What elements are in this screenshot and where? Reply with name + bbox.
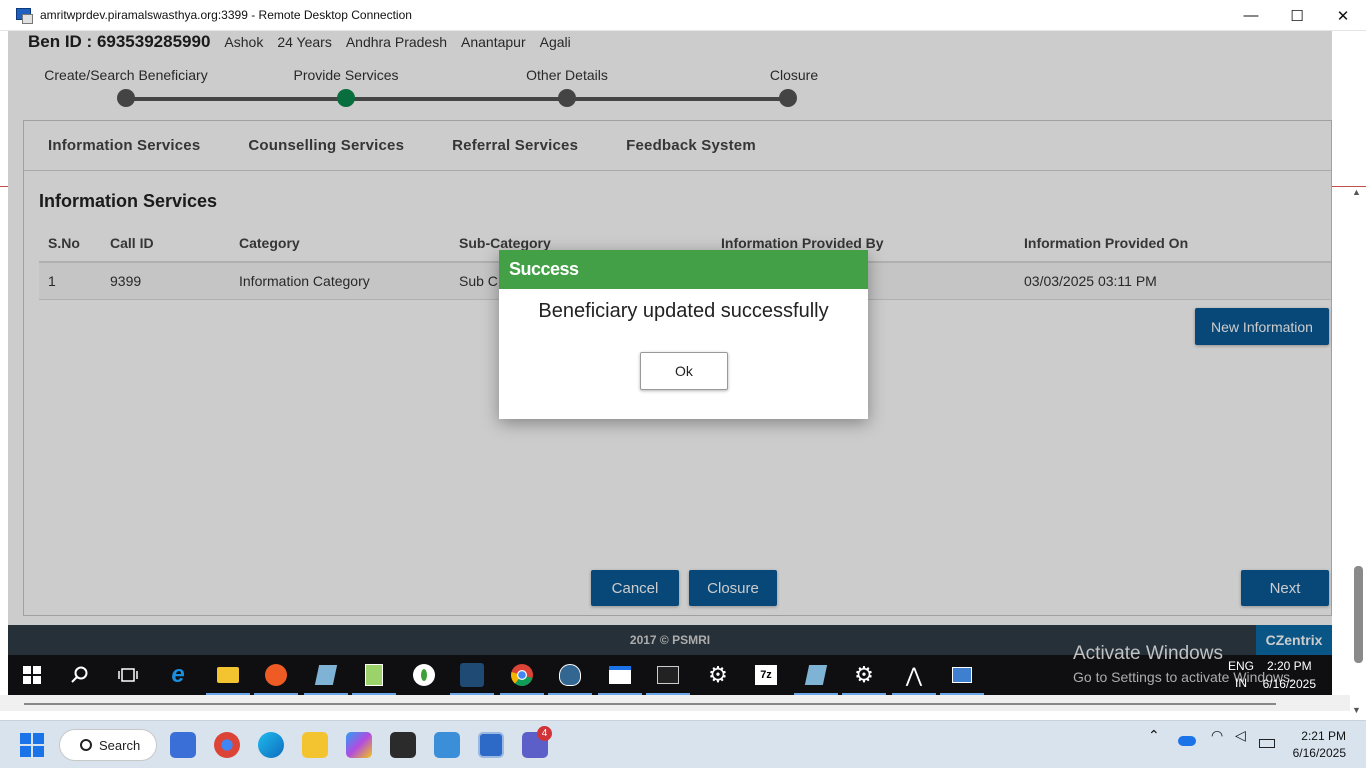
host-date: 6/16/2025 — [1292, 746, 1346, 760]
remote-screen: Ben ID : 693539285990 Ashok 24 Years And… — [8, 31, 1332, 695]
file-explorer-icon[interactable] — [214, 661, 242, 689]
notepad-plus-icon[interactable] — [360, 661, 388, 689]
notepad-icon[interactable] — [434, 732, 460, 758]
scroll-up-arrow-icon[interactable]: ▲ — [1352, 187, 1361, 197]
remote-desktop-icon[interactable] — [478, 732, 504, 758]
remote-clock[interactable]: 2:20 PM 6/16/2025 — [1263, 657, 1316, 693]
edge-icon[interactable] — [258, 732, 284, 758]
ok-button[interactable]: Ok — [640, 352, 728, 390]
internet-explorer-icon[interactable]: e — [164, 661, 192, 689]
mongodb-icon[interactable] — [410, 661, 438, 689]
postgresql-icon[interactable] — [556, 661, 584, 689]
teams-notification-badge: 4 — [537, 726, 552, 741]
rdp-titlebar: amritwprdev.piramalswasthya.org:3399 - R… — [0, 0, 1366, 31]
chrome-icon[interactable] — [508, 661, 536, 689]
terminal-icon[interactable] — [654, 661, 682, 689]
window-app-icon[interactable] — [606, 661, 634, 689]
dialog-message: Beneficiary updated successfully — [538, 300, 829, 322]
window-title: amritwprdev.piramalswasthya.org:3399 - R… — [40, 8, 412, 22]
volume-icon[interactable]: ◁ — [1235, 727, 1246, 744]
7zip-icon[interactable]: 7z — [752, 661, 780, 689]
scroll-down-arrow-icon[interactable]: ▼ — [1352, 705, 1361, 715]
notes-app-icon[interactable] — [312, 661, 340, 689]
host-taskbar: Search — [0, 720, 1366, 768]
services-gear-icon[interactable]: ⚙ — [850, 661, 878, 689]
lang-code: ENG — [1228, 659, 1255, 673]
search-icon[interactable] — [66, 661, 94, 689]
taskbar-search[interactable]: Search — [59, 729, 157, 761]
activate-windows-watermark: Activate Windows — [1073, 643, 1223, 664]
m365-icon[interactable] — [346, 732, 372, 758]
host-time: 2:21 PM — [1301, 729, 1346, 743]
horizontal-scroll-thumb[interactable] — [24, 703, 1276, 705]
activate-windows-subtext: Go to Settings to activate Windows. — [1073, 669, 1294, 685]
windows-start-icon[interactable] — [20, 733, 44, 757]
search-label: Search — [99, 737, 141, 753]
show-hidden-icons-chevron-icon[interactable]: ⌃ — [1148, 727, 1160, 744]
windows-start-icon[interactable] — [18, 661, 46, 689]
file-explorer-icon[interactable] — [302, 732, 328, 758]
remote-desktop-icon — [16, 7, 33, 24]
battery-icon[interactable] — [1259, 739, 1275, 748]
app-page: Ben ID : 693539285990 Ashok 24 Years And… — [8, 31, 1332, 695]
onedrive-icon[interactable] — [1178, 736, 1196, 746]
postman-icon[interactable] — [262, 661, 290, 689]
close-button[interactable]: ✕ — [1320, 0, 1366, 31]
mysql-workbench-icon[interactable] — [458, 661, 486, 689]
lang-region: IN — [1235, 676, 1247, 690]
chrome-icon[interactable] — [214, 732, 240, 758]
notes-app-2-icon[interactable] — [802, 661, 830, 689]
vertical-scrollbar[interactable]: ▲ ▼ — [1350, 183, 1366, 718]
remote-desktop-app-icon[interactable] — [948, 661, 976, 689]
host-clock[interactable]: 2:21 PM 6/16/2025 — [1293, 728, 1346, 762]
horizontal-scrollbar[interactable] — [0, 695, 1350, 711]
network-tool-icon[interactable]: ⋀ — [900, 661, 928, 689]
host-divider-line — [0, 186, 8, 187]
maximize-button[interactable]: ☐ — [1274, 0, 1320, 31]
scroll-thumb[interactable] — [1354, 566, 1363, 663]
remote-time: 2:20 PM — [1266, 659, 1312, 673]
minimize-button[interactable]: — — [1228, 0, 1274, 31]
remote-date: 6/16/2025 — [1262, 677, 1316, 691]
wifi-icon[interactable]: ◠ — [1211, 727, 1223, 744]
remote-language-indicator[interactable]: ENG IN — [1228, 658, 1254, 692]
dialog-title: Success — [499, 250, 868, 289]
success-dialog: Success Beneficiary updated successfully… — [499, 250, 868, 419]
search-icon — [80, 739, 92, 751]
store-icon[interactable] — [170, 732, 196, 758]
task-view-icon[interactable] — [114, 661, 142, 689]
settings-gear-icon[interactable]: ⚙ — [704, 661, 732, 689]
terminal-icon[interactable] — [390, 732, 416, 758]
